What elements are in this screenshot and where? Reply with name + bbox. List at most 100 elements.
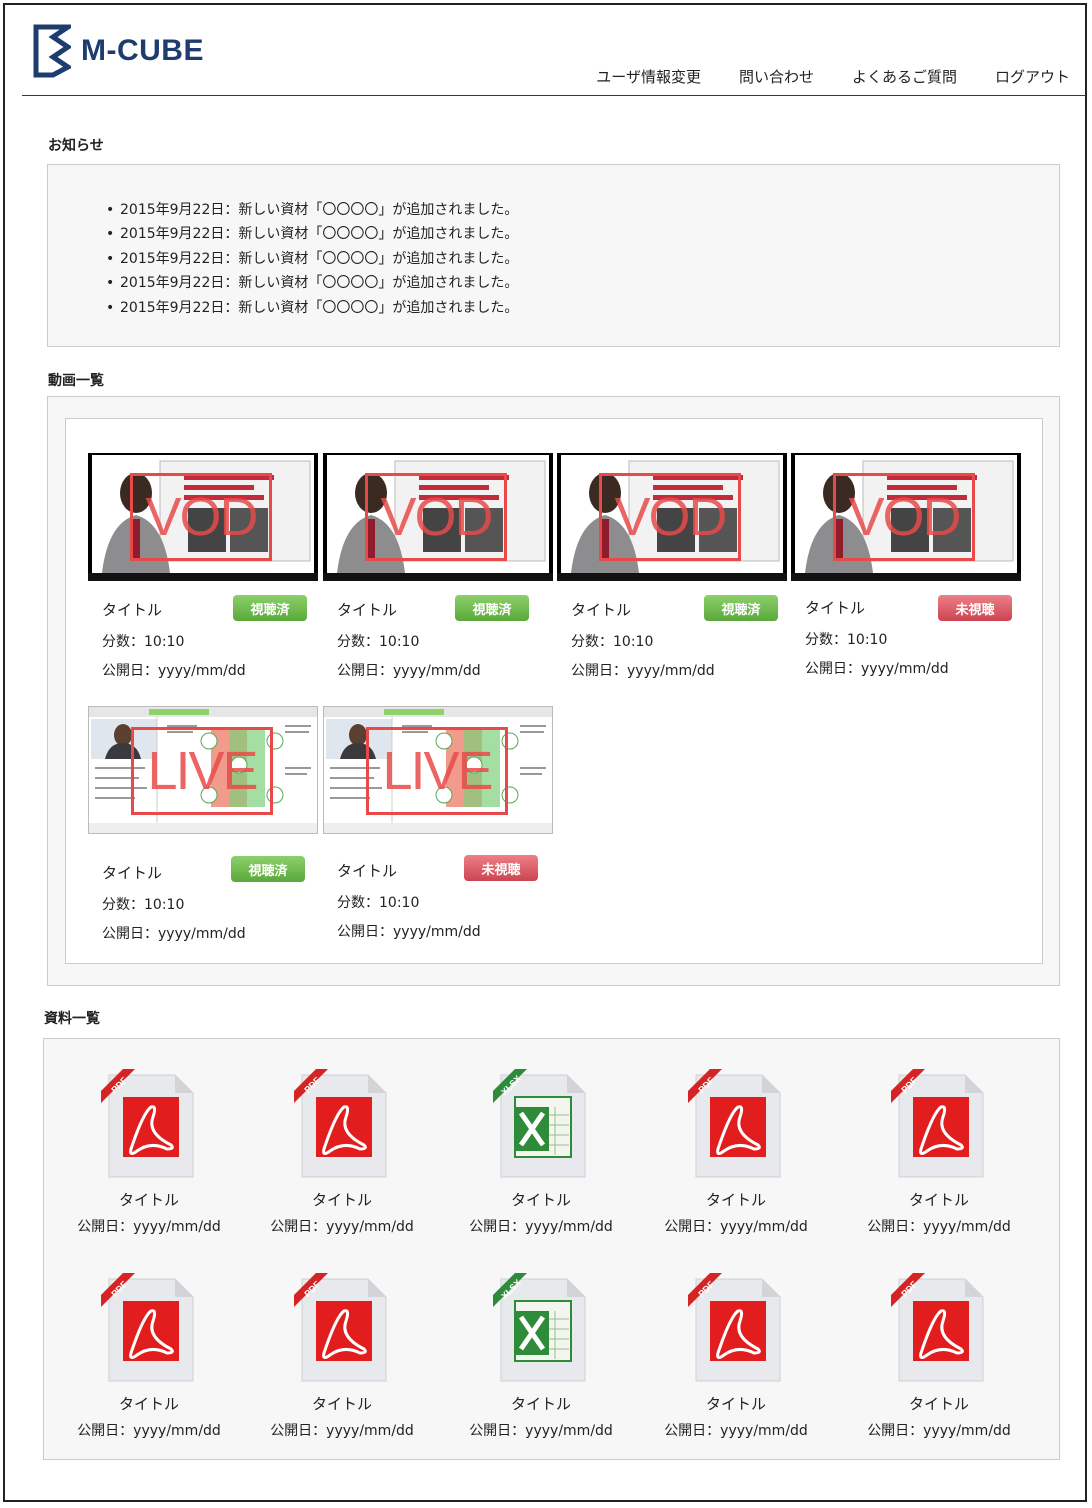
document-date: 公開日：yyyy/mm/dd [77,1219,221,1235]
excel-file-icon[interactable]: XLSX [493,1273,589,1385]
documents-panel: PDF タイトル 公開日：yyyy/mm/dd PDF タイトル 公開日：yyyy/mm/… [43,1038,1060,1460]
pdf-file-icon[interactable]: PDF [294,1273,390,1385]
video-title: タイトル [102,601,163,619]
watch-status-badge: 視聴済 [231,856,305,882]
document-title: タイトル [705,1395,766,1413]
video-thumbnail[interactable]: VOD [88,453,318,581]
document-date: 公開日：yyyy/mm/dd [77,1423,221,1439]
nav-faq[interactable]: よくあるご質問 [852,66,957,87]
video-date: 公開日：yyyy/mm/dd [102,663,246,679]
video-thumbnail[interactable]: VOD [791,453,1021,581]
document-item[interactable]: PDF タイトル公開日：yyyy/mm/dd [641,1069,831,1236]
document-date: 公開日：yyyy/mm/dd [469,1219,613,1235]
video-duration: 分数：10:10 [102,634,185,650]
top-nav: ユーザ情報変更 問い合わせ よくあるご質問 ログアウト [596,66,1070,87]
document-item[interactable]: PDF タイトル公開日：yyyy/mm/dd [247,1273,437,1440]
video-title: タイトル [805,599,866,617]
nav-logout[interactable]: ログアウト [995,66,1070,87]
video-duration: 分数：10:10 [102,897,185,913]
video-date: 公開日：yyyy/mm/dd [102,926,246,942]
document-title: タイトル [311,1395,372,1413]
document-title: タイトル [510,1395,571,1413]
document-item[interactable]: PDF タイトル公開日：yyyy/mm/dd [641,1273,831,1440]
notice-item: 2015年9月22日：新しい資材「〇〇〇〇」が追加されました。 [106,222,1059,247]
video-date: 公開日：yyyy/mm/dd [337,663,481,679]
live-watermark: LIVE [366,727,508,815]
watch-status-badge: 視聴済 [233,595,307,621]
video-thumbnail[interactable]: LIVE [323,706,553,834]
vod-watermark: VOD [130,473,272,561]
nav-user-settings[interactable]: ユーザ情報変更 [596,66,701,87]
notice-item: 2015年9月22日：新しい資材「〇〇〇〇」が追加されました。 [106,247,1059,272]
document-item[interactable]: PDF タイトル公開日：yyyy/mm/dd [247,1069,437,1236]
video-title: タイトル [102,864,163,882]
document-date: 公開日：yyyy/mm/dd [867,1219,1011,1235]
watch-status-badge: 視聴済 [455,595,529,621]
video-date: 公開日：yyyy/mm/dd [805,661,949,677]
video-duration: 分数：10:10 [337,895,420,911]
document-title: タイトル [908,1395,969,1413]
video-duration: 分数：10:10 [805,632,888,648]
pdf-file-icon[interactable]: PDF [101,1273,197,1385]
video-card[interactable]: LIVE タイトル 視聴済 分数：10:10 公開日：yyyy/mm/dd [88,706,318,942]
header-divider [22,95,1086,96]
document-date: 公開日：yyyy/mm/dd [664,1219,808,1235]
document-title: タイトル [118,1191,179,1209]
notice-item: 2015年9月22日：新しい資材「〇〇〇〇」が追加されました。 [106,296,1059,321]
video-card[interactable]: VOD タイトル 視聴済 分数：10:10 公開日：yyyy/mm/dd [557,453,787,679]
video-title: タイトル [337,601,398,619]
document-item[interactable]: PDF タイトル公開日：yyyy/mm/dd [844,1273,1034,1440]
document-date: 公開日：yyyy/mm/dd [270,1423,414,1439]
videos-grid: VOD タイトル 視聴済 分数：10:10 公開日：yyyy/mm/dd VOD… [65,418,1043,964]
notices-list: 2015年9月22日：新しい資材「〇〇〇〇」が追加されました。 2015年9月2… [48,165,1059,320]
vod-watermark: VOD [365,473,507,561]
document-date: 公開日：yyyy/mm/dd [867,1423,1011,1439]
document-title: タイトル [705,1191,766,1209]
video-card[interactable]: VOD タイトル 視聴済 分数：10:10 公開日：yyyy/mm/dd [88,453,318,679]
document-date: 公開日：yyyy/mm/dd [664,1423,808,1439]
document-title: タイトル [510,1191,571,1209]
notice-item: 2015年9月22日：新しい資材「〇〇〇〇」が追加されました。 [106,271,1059,296]
document-item[interactable]: PDF タイトル公開日：yyyy/mm/dd [54,1273,244,1440]
document-item[interactable]: XLSX タイトル公開日：yyyy/mm/dd [446,1069,636,1236]
pdf-file-icon[interactable]: PDF [101,1069,197,1181]
video-card[interactable]: LIVE タイトル 未視聴 分数：10:10 公開日：yyyy/mm/dd [323,706,553,940]
notice-item: 2015年9月22日：新しい資材「〇〇〇〇」が追加されました。 [106,198,1059,223]
vod-watermark: VOD [599,473,741,561]
document-item[interactable]: PDF タイトル公開日：yyyy/mm/dd [844,1069,1034,1236]
pdf-file-icon[interactable]: PDF [688,1273,784,1385]
live-watermark: LIVE [131,727,273,815]
document-date: 公開日：yyyy/mm/dd [469,1423,613,1439]
document-date: 公開日：yyyy/mm/dd [270,1219,414,1235]
pdf-file-icon[interactable]: PDF [294,1069,390,1181]
video-thumbnail[interactable]: LIVE [88,706,318,834]
video-date: 公開日：yyyy/mm/dd [571,663,715,679]
video-duration: 分数：10:10 [337,634,420,650]
vod-watermark: VOD [833,473,975,561]
nav-contact[interactable]: 問い合わせ [739,66,814,87]
watch-status-badge: 未視聴 [464,855,538,881]
videos-title: 動画一覧 [48,373,104,389]
notices-title: お知らせ [48,138,104,154]
video-card[interactable]: VOD タイトル 視聴済 分数：10:10 公開日：yyyy/mm/dd [323,453,553,679]
pdf-file-icon[interactable]: PDF [891,1273,987,1385]
video-thumbnail[interactable]: VOD [557,453,787,581]
pdf-file-icon[interactable]: PDF [688,1069,784,1181]
logo-mark-icon [33,24,71,78]
video-card[interactable]: VOD タイトル 未視聴 分数：10:10 公開日：yyyy/mm/dd [791,453,1021,677]
video-title: タイトル [571,601,632,619]
video-thumbnail[interactable]: VOD [323,453,553,581]
video-title: タイトル [337,862,398,880]
video-duration: 分数：10:10 [571,634,654,650]
watch-status-badge: 未視聴 [938,595,1012,621]
document-title: タイトル [311,1191,372,1209]
document-title: タイトル [908,1191,969,1209]
document-item[interactable]: PDF タイトル公開日：yyyy/mm/dd [54,1069,244,1236]
excel-file-icon[interactable]: XLSX [493,1069,589,1181]
document-title: タイトル [118,1395,179,1413]
logo-text: M-CUBE [81,34,204,67]
pdf-file-icon[interactable]: PDF [891,1069,987,1181]
document-item[interactable]: XLSX タイトル公開日：yyyy/mm/dd [446,1273,636,1440]
logo[interactable]: M-CUBE [33,24,204,78]
notices-box: 2015年9月22日：新しい資材「〇〇〇〇」が追加されました。 2015年9月2… [47,164,1060,347]
